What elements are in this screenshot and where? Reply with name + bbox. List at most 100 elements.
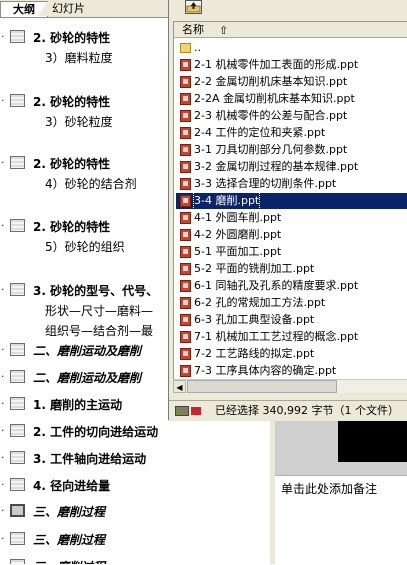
parent-folder-item[interactable]: .. <box>176 40 407 56</box>
slide-title[interactable]: 二、磨削运动及磨削 <box>33 369 141 386</box>
scroll-thumb[interactable] <box>187 380 337 393</box>
file-item[interactable]: 6-1 同轴孔及孔系的精度要求.ppt <box>176 278 407 294</box>
slide-icon[interactable] <box>10 30 25 43</box>
slide-icon[interactable] <box>10 370 25 383</box>
ppt-file-icon <box>180 348 191 360</box>
slide-title[interactable]: 1. 磨削的主运动 <box>33 396 122 413</box>
slide-icon[interactable] <box>10 219 25 232</box>
ppt-file-icon <box>180 229 191 241</box>
ppt-file-icon <box>180 365 191 377</box>
slide-icon[interactable] <box>10 451 25 464</box>
file-name: 6-2 孔的常规加工方法.ppt <box>194 296 326 309</box>
file-item[interactable]: 3-1 刀具切削部分几何参数.ppt <box>176 142 407 158</box>
slide-icon[interactable] <box>10 156 25 169</box>
file-item[interactable]: 6-3 孔加工典型设备.ppt <box>176 312 407 328</box>
slide-icon[interactable] <box>10 283 25 296</box>
slide-title[interactable]: 2. 砂轮的特性 <box>33 29 110 46</box>
file-item[interactable]: 5-1 平面加工.ppt <box>176 244 407 260</box>
slide-bullet[interactable]: 3）磨料粒度 <box>45 49 113 66</box>
slide-number-marker: · <box>1 532 5 545</box>
slide-title[interactable]: 3. 砂轮的型号、代号、 <box>33 282 158 299</box>
slide-title[interactable]: 2. 砂轮的特性 <box>33 155 110 172</box>
file-item[interactable]: 2-3 机械零件的公差与配合.ppt <box>176 108 407 124</box>
slide-title[interactable]: 2. 砂轮的特性 <box>33 93 110 110</box>
ppt-file-icon <box>180 263 191 275</box>
notes-pane[interactable]: 单击此处添加备注 <box>275 475 407 565</box>
scroll-left-icon[interactable]: ◀ <box>173 380 186 393</box>
slide-icon[interactable] <box>10 94 25 107</box>
file-list-header: 名称 ⇧ <box>174 22 407 38</box>
slide-icon[interactable] <box>10 343 25 356</box>
slide-title[interactable]: 2. 砂轮的特性 <box>33 218 110 235</box>
slide-icon[interactable] <box>10 559 25 564</box>
slide-number-marker: · <box>1 504 5 517</box>
column-name-header[interactable]: 名称 <box>182 22 204 37</box>
file-name: 5-1 平面加工.ppt <box>194 245 282 258</box>
file-item[interactable]: 6-2 孔的常规加工方法.ppt <box>176 295 407 311</box>
file-item[interactable]: 7-3 工序具体内容的确定.ppt <box>176 363 407 379</box>
slide-title[interactable]: 三、磨削过程 <box>33 531 105 548</box>
file-list[interactable]: 名称 ⇧ .. 2-1 机械零件加工表面的形成.ppt 2-2 金属切削机床基本知识… <box>173 21 407 391</box>
slide-number-marker: · <box>1 397 5 410</box>
ppt-file-icon <box>180 212 191 224</box>
file-item[interactable]: 4-2 外圆磨削.ppt <box>176 227 407 243</box>
file-name: 4-1 外圆车削.ppt <box>194 211 282 224</box>
file-name: 7-2 工艺路线的拟定.ppt <box>194 347 315 360</box>
slide-title[interactable]: 4. 径向进给量 <box>33 477 110 494</box>
file-item[interactable]: 3-2 金属切削过程的基本规律.ppt <box>176 159 407 175</box>
file-name: 4-2 外圆磨削.ppt <box>194 228 282 241</box>
slide-icon[interactable] <box>10 478 25 491</box>
slide-bullet[interactable]: 4）砂轮的结合剂 <box>45 175 137 192</box>
file-name: 7-1 机械加工工艺过程的概念.ppt <box>194 330 359 343</box>
file-item[interactable]: 2-2A 金属切削机床基本知识.ppt <box>176 91 407 107</box>
file-item[interactable]: 3-4 磨削.ppt <box>176 192 407 210</box>
up-folder-icon <box>186 2 201 13</box>
slide-icon[interactable] <box>10 504 25 517</box>
ppt-file-icon <box>180 161 191 173</box>
ppt-file-icon <box>180 297 191 309</box>
slide-number-marker: · <box>1 559 9 564</box>
notes-placeholder: 单击此处添加备注 <box>281 482 378 496</box>
file-item[interactable]: 7-1 机械加工工艺过程的概念.ppt <box>176 329 407 345</box>
ppt-file-icon <box>180 246 191 258</box>
file-name: 2-2A 金属切削机床基本知识.ppt <box>194 92 355 105</box>
slide-bullet[interactable]: 5）砂轮的组织 <box>45 238 125 255</box>
file-name: 6-1 同轴孔及孔系的精度要求.ppt <box>194 279 359 292</box>
slide-title[interactable]: 三、磨削过程 <box>33 558 105 564</box>
slide-title[interactable]: 3. 工件轴向进给运动 <box>33 450 146 467</box>
file-name: 3-4 磨削.ppt <box>192 192 261 210</box>
file-item[interactable]: 4-1 外圆车削.ppt <box>176 210 407 226</box>
slide-title[interactable]: 二、磨削运动及磨削 <box>33 342 141 359</box>
slide-icon[interactable] <box>10 532 25 545</box>
up-folder-button[interactable] <box>185 0 202 14</box>
tab-slides[interactable]: 幻灯片 <box>38 1 106 16</box>
ppt-file-icon <box>180 76 191 88</box>
slide-bullet[interactable]: 3）砂轮粒度 <box>45 113 113 130</box>
file-name: 3-2 金属切削过程的基本规律.ppt <box>194 160 359 173</box>
slide-number-marker: · <box>1 451 5 464</box>
slide-number-marker: · <box>1 30 5 43</box>
file-item[interactable]: 2-2 金属切削机床基本知识.ppt <box>176 74 407 90</box>
file-item[interactable]: 2-4 工件的定位和夹紧.ppt <box>176 125 407 141</box>
file-item[interactable]: 7-2 工艺路线的拟定.ppt <box>176 346 407 362</box>
status-drive-icon <box>175 406 189 416</box>
file-item[interactable]: 2-1 机械零件加工表面的形成.ppt <box>176 57 407 73</box>
slide-title[interactable]: 三、磨削过程 <box>33 503 105 520</box>
slide-number-marker: · <box>1 343 5 356</box>
slide-icon[interactable] <box>10 424 25 437</box>
slide-title[interactable]: 2. 工件的切向进给运动 <box>33 423 158 440</box>
outline-tabbar: 大纲 幻灯片 <box>0 0 180 18</box>
outline-list: · 2. 砂轮的特性 3）磨料粒度 · 2. 砂轮的特性 3）砂轮粒度 · 2. 砂轮的特性 4… <box>0 0 180 564</box>
file-name: 3-3 选择合理的切削条件.ppt <box>194 177 337 190</box>
outline-pane: · 2. 砂轮的特性 3）磨料粒度 · 2. 砂轮的特性 3）砂轮粒度 · 2. 砂轮的特性 4… <box>0 0 180 564</box>
ppt-file-icon <box>180 110 191 122</box>
file-name: 7-3 工序具体内容的确定.ppt <box>194 364 337 377</box>
sort-arrow-icon[interactable]: ⇧ <box>219 23 228 38</box>
slide-icon[interactable] <box>10 397 25 410</box>
file-item[interactable]: 5-2 平面的铣削加工.ppt <box>176 261 407 277</box>
slide-bullet[interactable]: 组织号—结合剂—最 <box>45 322 153 339</box>
file-item[interactable]: 3-3 选择合理的切削条件.ppt <box>176 176 407 192</box>
horizontal-scrollbar[interactable]: ◀ <box>173 379 407 393</box>
slide-bullet[interactable]: 形状—尺寸—磨料— <box>45 302 153 319</box>
status-network-icon <box>191 407 201 415</box>
